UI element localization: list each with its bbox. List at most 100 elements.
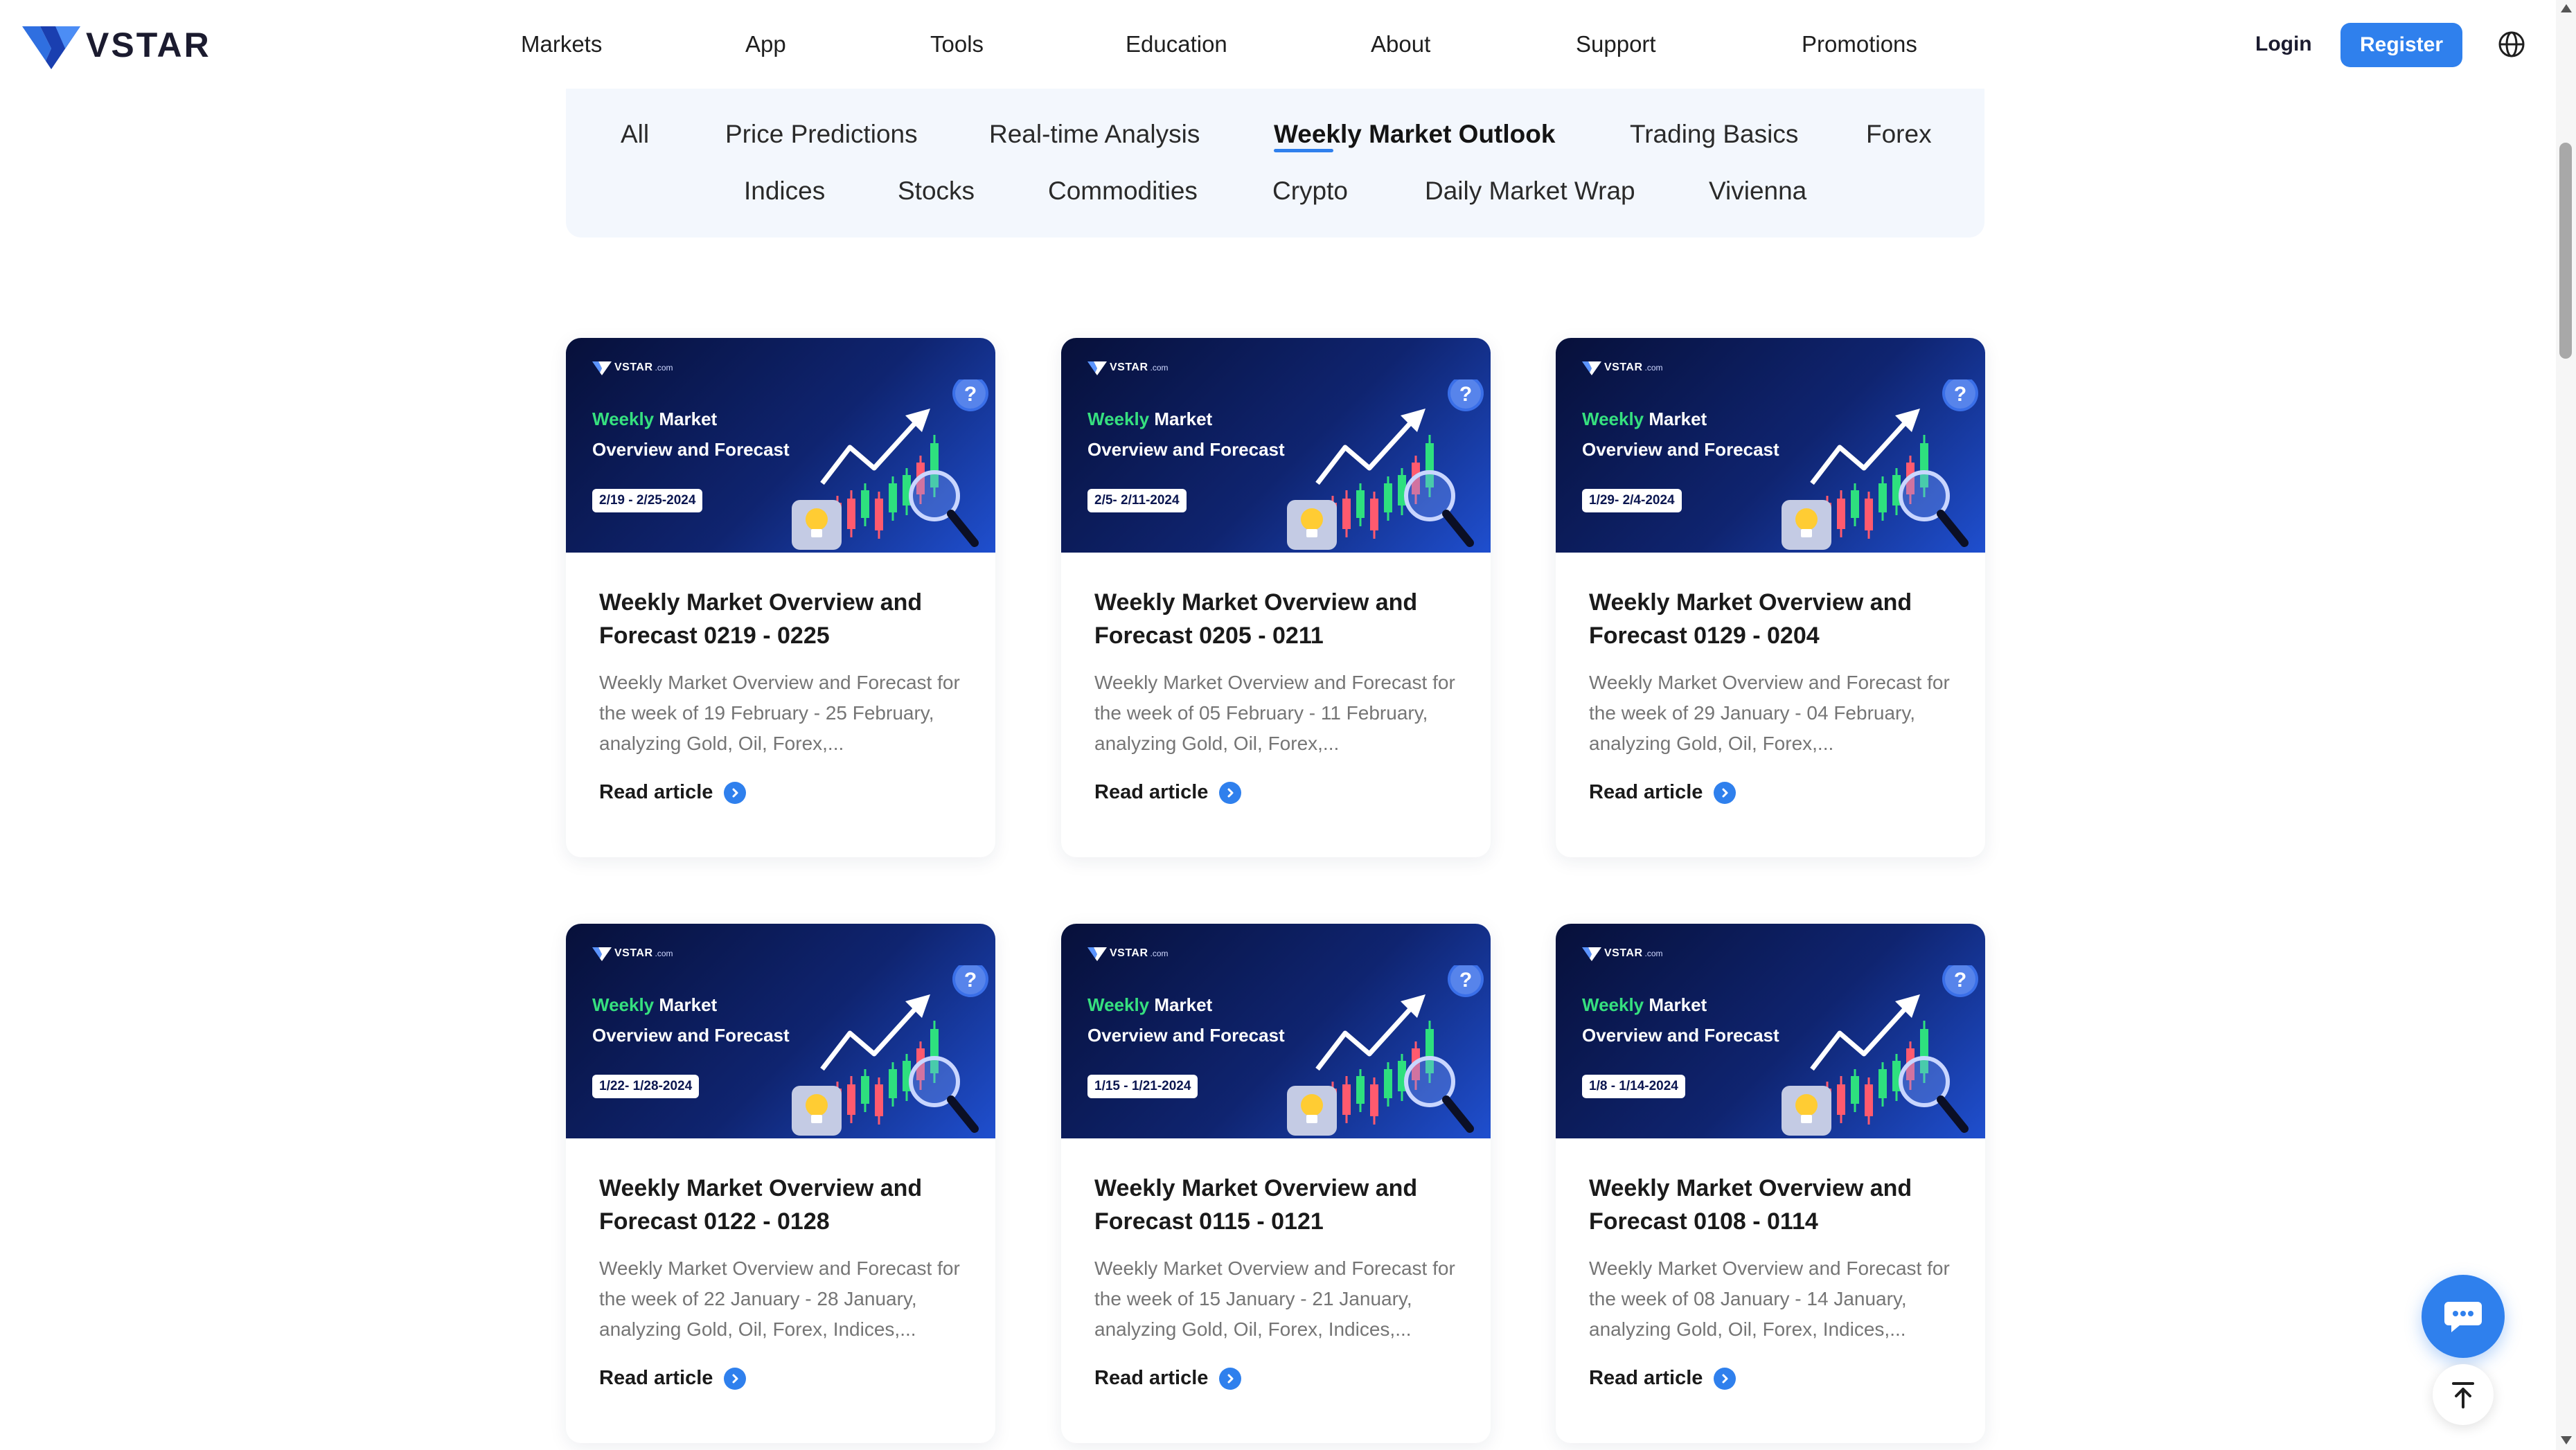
article-description: Weekly Market Overview and Forecast for … — [599, 672, 960, 754]
category-trading-basics[interactable]: Trading Basics — [1630, 114, 1798, 155]
category-price-predictions[interactable]: Price Predictions — [725, 114, 918, 155]
read-article-link[interactable]: Read article — [599, 1367, 747, 1390]
category-commodities[interactable]: Commodities — [1048, 170, 1198, 212]
thumbnail-title-weekly: Weekly — [1582, 409, 1644, 429]
nav-education[interactable]: Education — [1126, 25, 1227, 64]
article-title[interactable]: Weekly Market Overview and Forecast 0219… — [599, 586, 962, 652]
thumbnail-logo-text: VSTAR — [1604, 361, 1643, 373]
article-thumbnail[interactable]: VSTAR .com Weekly Market Overview and Fo… — [1061, 924, 1491, 1138]
thumbnail-logo-suffix: .com — [655, 363, 673, 373]
nav-markets[interactable]: Markets — [521, 25, 602, 64]
vstar-logo[interactable]: VSTAR — [22, 21, 211, 69]
scroll-thumb[interactable] — [2559, 143, 2572, 359]
article-card[interactable]: VSTAR .com Weekly Market Overview and Fo… — [1061, 338, 1491, 857]
nav-support[interactable]: Support — [1576, 25, 1656, 64]
arrow-right-circle-icon — [1714, 781, 1736, 804]
chat-bubble-icon — [2444, 1302, 2482, 1332]
thumbnail-title-market: Market — [659, 994, 718, 1015]
read-article-link[interactable]: Read article — [1589, 781, 1736, 804]
chart-illustration-icon: ? — [1287, 965, 1484, 1136]
thumbnail-logo: VSTAR .com — [1582, 946, 1663, 961]
read-article-link[interactable]: Read article — [1094, 781, 1242, 804]
nav-promotions[interactable]: Promotions — [1802, 25, 1917, 64]
scroll-up-arrow-icon[interactable] — [2561, 4, 2572, 12]
nav-about[interactable]: About — [1371, 25, 1430, 64]
thumbnail-title-line2: Overview and Forecast — [592, 439, 790, 460]
article-card[interactable]: VSTAR .com Weekly Market Overview and Fo… — [566, 924, 995, 1443]
svg-text:?: ? — [1954, 383, 1966, 406]
read-article-label: Read article — [1094, 1367, 1209, 1389]
category-weekly-market-outlook[interactable]: Weekly Market Outlook — [1274, 114, 1555, 155]
thumbnail-title-line2: Overview and Forecast — [592, 1025, 790, 1046]
login-link[interactable]: Login — [2255, 25, 2312, 64]
thumbnail-title-line2: Overview and Forecast — [1582, 439, 1779, 460]
article-thumbnail[interactable]: VSTAR .com Weekly Market Overview and Fo… — [566, 924, 995, 1138]
article-card-body: Weekly Market Overview and Forecast 0108… — [1556, 1138, 1985, 1443]
article-title[interactable]: Weekly Market Overview and Forecast 0108… — [1589, 1172, 1952, 1238]
article-description: Weekly Market Overview and Forecast for … — [1094, 672, 1455, 754]
thumbnail-logo-text: VSTAR — [614, 947, 653, 959]
article-title[interactable]: Weekly Market Overview and Forecast 0205… — [1094, 586, 1457, 652]
article-title[interactable]: Weekly Market Overview and Forecast 0115… — [1094, 1172, 1457, 1238]
article-thumbnail[interactable]: VSTAR .com Weekly Market Overview and Fo… — [1061, 338, 1491, 553]
article-title[interactable]: Weekly Market Overview and Forecast 0129… — [1589, 586, 1952, 652]
category-real-time-analysis[interactable]: Real-time Analysis — [989, 114, 1200, 155]
category-forex[interactable]: Forex — [1866, 114, 1932, 155]
scroll-down-arrow-icon[interactable] — [2561, 1436, 2572, 1444]
thumbnail-title-market: Market — [1154, 994, 1213, 1015]
article-description: Weekly Market Overview and Forecast for … — [599, 1257, 960, 1340]
thumbnail-logo-suffix: .com — [1150, 949, 1169, 958]
thumbnail-date: 1/22- 1/28-2024 — [592, 1075, 700, 1098]
vstar-mini-logo-icon — [1582, 947, 1601, 961]
article-card-body: Weekly Market Overview and Forecast 0219… — [566, 553, 995, 857]
page-scrollbar[interactable] — [2556, 0, 2576, 1450]
svg-text:?: ? — [964, 969, 977, 992]
read-article-link[interactable]: Read article — [1094, 1367, 1242, 1390]
read-article-link[interactable]: Read article — [599, 781, 747, 804]
thumbnail-title-weekly: Weekly — [592, 994, 655, 1015]
thumbnail-title-line2: Overview and Forecast — [1087, 439, 1285, 460]
article-card[interactable]: VSTAR .com Weekly Market Overview and Fo… — [566, 338, 995, 857]
thumbnail-title-weekly: Weekly — [1582, 994, 1644, 1015]
article-card[interactable]: VSTAR .com Weekly Market Overview and Fo… — [1556, 924, 1985, 1443]
vstar-mini-logo-icon — [592, 361, 612, 375]
article-title[interactable]: Weekly Market Overview and Forecast 0122… — [599, 1172, 962, 1238]
arrow-right-circle-icon — [1219, 1367, 1242, 1390]
globe-icon[interactable] — [2498, 30, 2525, 58]
svg-text:?: ? — [1459, 969, 1472, 992]
vstar-mini-logo-icon — [1087, 947, 1107, 961]
back-to-top-button[interactable] — [2433, 1364, 2494, 1425]
nav-app[interactable]: App — [745, 25, 786, 64]
category-crypto[interactable]: Crypto — [1272, 170, 1348, 212]
article-card[interactable]: VSTAR .com Weekly Market Overview and Fo… — [1556, 338, 1985, 857]
category-vivienna[interactable]: Vivienna — [1709, 170, 1806, 212]
thumbnail-title-market: Market — [659, 409, 718, 429]
vstar-mini-logo-icon — [1087, 361, 1107, 375]
arrow-right-circle-icon — [724, 1367, 747, 1390]
svg-text:?: ? — [1459, 383, 1472, 406]
thumbnail-title-line1: Weekly Market — [1582, 409, 1707, 430]
chat-button[interactable] — [2422, 1275, 2505, 1358]
article-card[interactable]: VSTAR .com Weekly Market Overview and Fo… — [1061, 924, 1491, 1443]
read-article-label: Read article — [599, 781, 713, 803]
nav-tools[interactable]: Tools — [930, 25, 984, 64]
read-article-link[interactable]: Read article — [1589, 1367, 1736, 1390]
register-button[interactable]: Register — [2340, 23, 2462, 67]
thumbnail-title-market: Market — [1154, 409, 1213, 429]
thumbnail-title-line1: Weekly Market — [1087, 994, 1212, 1016]
thumbnail-title-line1: Weekly Market — [1582, 994, 1707, 1016]
thumbnail-title-market: Market — [1649, 994, 1707, 1015]
thumbnail-date: 2/19 - 2/25-2024 — [592, 489, 703, 512]
category-all[interactable]: All — [621, 114, 649, 155]
thumbnail-logo: VSTAR .com — [1087, 360, 1169, 375]
article-thumbnail[interactable]: VSTAR .com Weekly Market Overview and Fo… — [566, 338, 995, 553]
chart-illustration-icon: ? — [1782, 965, 1978, 1136]
category-indices[interactable]: Indices — [744, 170, 825, 212]
category-daily-market-wrap[interactable]: Daily Market Wrap — [1425, 170, 1635, 212]
category-stocks[interactable]: Stocks — [898, 170, 975, 212]
thumbnail-logo-suffix: .com — [655, 949, 673, 958]
arrow-right-circle-icon — [724, 781, 747, 804]
article-thumbnail[interactable]: VSTAR .com Weekly Market Overview and Fo… — [1556, 924, 1985, 1138]
article-thumbnail[interactable]: VSTAR .com Weekly Market Overview and Fo… — [1556, 338, 1985, 553]
read-article-label: Read article — [1589, 781, 1703, 803]
